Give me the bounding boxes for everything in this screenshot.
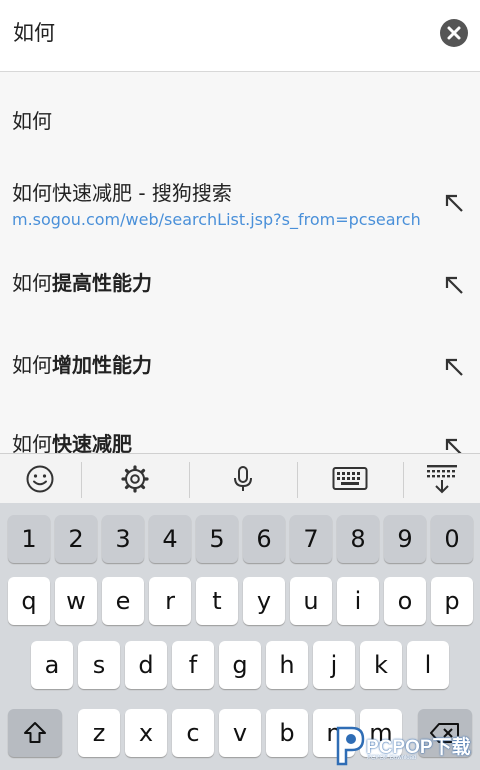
key-g[interactable]: g	[219, 641, 261, 689]
key-4[interactable]: 4	[149, 515, 191, 563]
key-p[interactable]: p	[431, 577, 473, 625]
search-input[interactable]: 如何	[13, 18, 55, 48]
settings-button[interactable]	[82, 454, 188, 504]
key-b[interactable]: b	[266, 709, 308, 757]
key-0[interactable]: 0	[431, 515, 473, 563]
hide-keyboard-button[interactable]	[404, 454, 480, 504]
key-c[interactable]: c	[172, 709, 214, 757]
watermark: PCPOP下载 PCPOP Download	[330, 722, 480, 770]
keyboard-icon	[332, 467, 368, 490]
suggestion-text: 如何	[12, 353, 52, 377]
emoji-button[interactable]	[0, 454, 80, 504]
key-7[interactable]: 7	[290, 515, 332, 563]
search-bar: 如何	[0, 0, 480, 72]
key-3[interactable]: 3	[102, 515, 144, 563]
fill-query-arrow-icon[interactable]	[444, 193, 466, 215]
suggestion-list: 如何 如何快速减肥 - 搜狗搜索 m.sogou.com/web/searchL…	[0, 73, 480, 453]
suggestion-url: m.sogou.com/web/searchList.jsp?s_from=pc…	[12, 210, 421, 229]
suggestion-item[interactable]: 如何提高性能力	[0, 235, 480, 317]
suggestion-text: 如何	[12, 109, 52, 133]
gear-icon	[121, 465, 149, 493]
key-r[interactable]: r	[149, 577, 191, 625]
pcpop-logo-icon	[336, 726, 365, 766]
key-8[interactable]: 8	[337, 515, 379, 563]
clear-icon[interactable]	[440, 19, 468, 47]
suggestion-text-bold: 快速减肥	[52, 432, 132, 453]
suggestion-text: 如何	[12, 432, 52, 453]
shift-icon	[24, 722, 46, 743]
suggestion-item[interactable]: 如何快速减肥 - 搜狗搜索 m.sogou.com/web/searchList…	[0, 157, 480, 235]
hide-keyboard-icon	[427, 465, 457, 494]
key-f[interactable]: f	[172, 641, 214, 689]
key-2[interactable]: 2	[55, 515, 97, 563]
key-u[interactable]: u	[290, 577, 332, 625]
fill-query-arrow-icon[interactable]	[444, 357, 466, 379]
key-w[interactable]: w	[55, 577, 97, 625]
key-q[interactable]: q	[8, 577, 50, 625]
key-h[interactable]: h	[266, 641, 308, 689]
key-l[interactable]: l	[407, 641, 449, 689]
key-i[interactable]: i	[337, 577, 379, 625]
watermark-sub: PCPOP Download	[367, 755, 417, 761]
suggestion-text: 如何	[12, 271, 52, 295]
key-v[interactable]: v	[219, 709, 261, 757]
emoji-icon	[26, 465, 54, 493]
key-x[interactable]: x	[125, 709, 167, 757]
keyboard-toolbar	[0, 453, 480, 503]
key-t[interactable]: t	[196, 577, 238, 625]
suggestion-item[interactable]: 如何增加性能力	[0, 317, 480, 397]
fill-query-arrow-icon[interactable]	[444, 275, 466, 297]
key-o[interactable]: o	[384, 577, 426, 625]
suggestion-text: 如何快速减肥 - 搜狗搜索	[12, 181, 232, 205]
key-a[interactable]: a	[31, 641, 73, 689]
key-s[interactable]: s	[78, 641, 120, 689]
keyboard-switch-button[interactable]	[298, 454, 402, 504]
suggestion-item[interactable]: 如何	[0, 73, 480, 157]
key-j[interactable]: j	[313, 641, 355, 689]
microphone-icon	[234, 466, 252, 491]
suggestion-text-bold: 提高性能力	[52, 271, 152, 295]
key-5[interactable]: 5	[196, 515, 238, 563]
voice-input-button[interactable]	[190, 454, 296, 504]
key-1[interactable]: 1	[8, 515, 50, 563]
shift-key[interactable]	[8, 709, 62, 757]
suggestion-item[interactable]: 如何快速减肥	[0, 397, 480, 453]
key-z[interactable]: z	[78, 709, 120, 757]
key-e[interactable]: e	[102, 577, 144, 625]
fill-query-arrow-icon[interactable]	[444, 437, 466, 453]
key-6[interactable]: 6	[243, 515, 285, 563]
key-9[interactable]: 9	[384, 515, 426, 563]
key-d[interactable]: d	[125, 641, 167, 689]
key-k[interactable]: k	[360, 641, 402, 689]
key-y[interactable]: y	[243, 577, 285, 625]
suggestion-text-bold: 增加性能力	[52, 353, 152, 377]
